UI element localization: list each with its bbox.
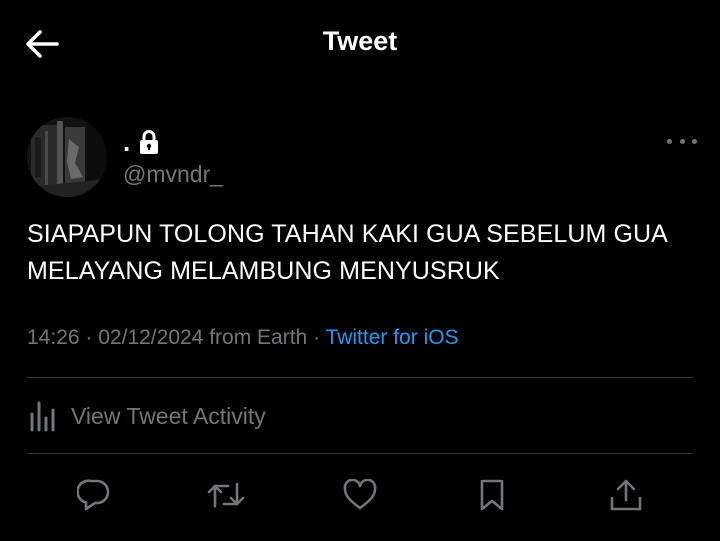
tweet-action-bar xyxy=(0,472,720,518)
share-button[interactable] xyxy=(606,472,646,518)
tweet-time[interactable]: 14:26 xyxy=(27,326,80,349)
tweet-date[interactable]: 02/12/2024 xyxy=(98,326,203,349)
view-tweet-activity-label: View Tweet Activity xyxy=(71,402,266,429)
display-name-row: . xyxy=(123,127,160,157)
tweet-metadata: 14:26 · 02/12/2024 from Earth · Twitter … xyxy=(27,326,459,350)
like-heart-icon xyxy=(343,479,377,510)
page-title: Tweet xyxy=(322,26,398,56)
divider xyxy=(27,377,693,378)
tweet-text: SIAPAPUN TOLONG TAHAN KAKI GUA SEBELUM G… xyxy=(27,220,667,285)
retweet-icon xyxy=(207,482,245,508)
tweet-location: from Earth xyxy=(209,326,308,349)
divider xyxy=(27,453,693,454)
display-name[interactable]: . xyxy=(123,129,130,155)
meta-separator: · xyxy=(313,326,321,349)
avatar[interactable] xyxy=(27,117,107,197)
more-horizontal-icon xyxy=(667,138,672,144)
share-icon xyxy=(610,479,642,511)
avatar-image xyxy=(27,117,107,197)
lock-icon xyxy=(140,130,159,154)
reply-button[interactable] xyxy=(74,472,114,518)
bookmark-button[interactable] xyxy=(472,472,512,518)
retweet-button[interactable] xyxy=(206,472,246,518)
bookmark-icon xyxy=(480,479,504,511)
view-tweet-activity-button[interactable]: View Tweet Activity xyxy=(27,396,266,436)
username-handle[interactable]: @mvndr_ xyxy=(123,161,223,188)
top-bar: Tweet xyxy=(0,0,720,88)
tweet-source-link[interactable]: Twitter for iOS xyxy=(326,326,459,349)
reply-icon xyxy=(77,479,110,511)
more-options-button[interactable] xyxy=(667,133,697,149)
meta-separator: · xyxy=(85,326,93,349)
tweet-author: . @mvndr_ xyxy=(27,117,697,197)
bar-chart-icon xyxy=(30,401,55,432)
like-button[interactable] xyxy=(340,472,380,518)
